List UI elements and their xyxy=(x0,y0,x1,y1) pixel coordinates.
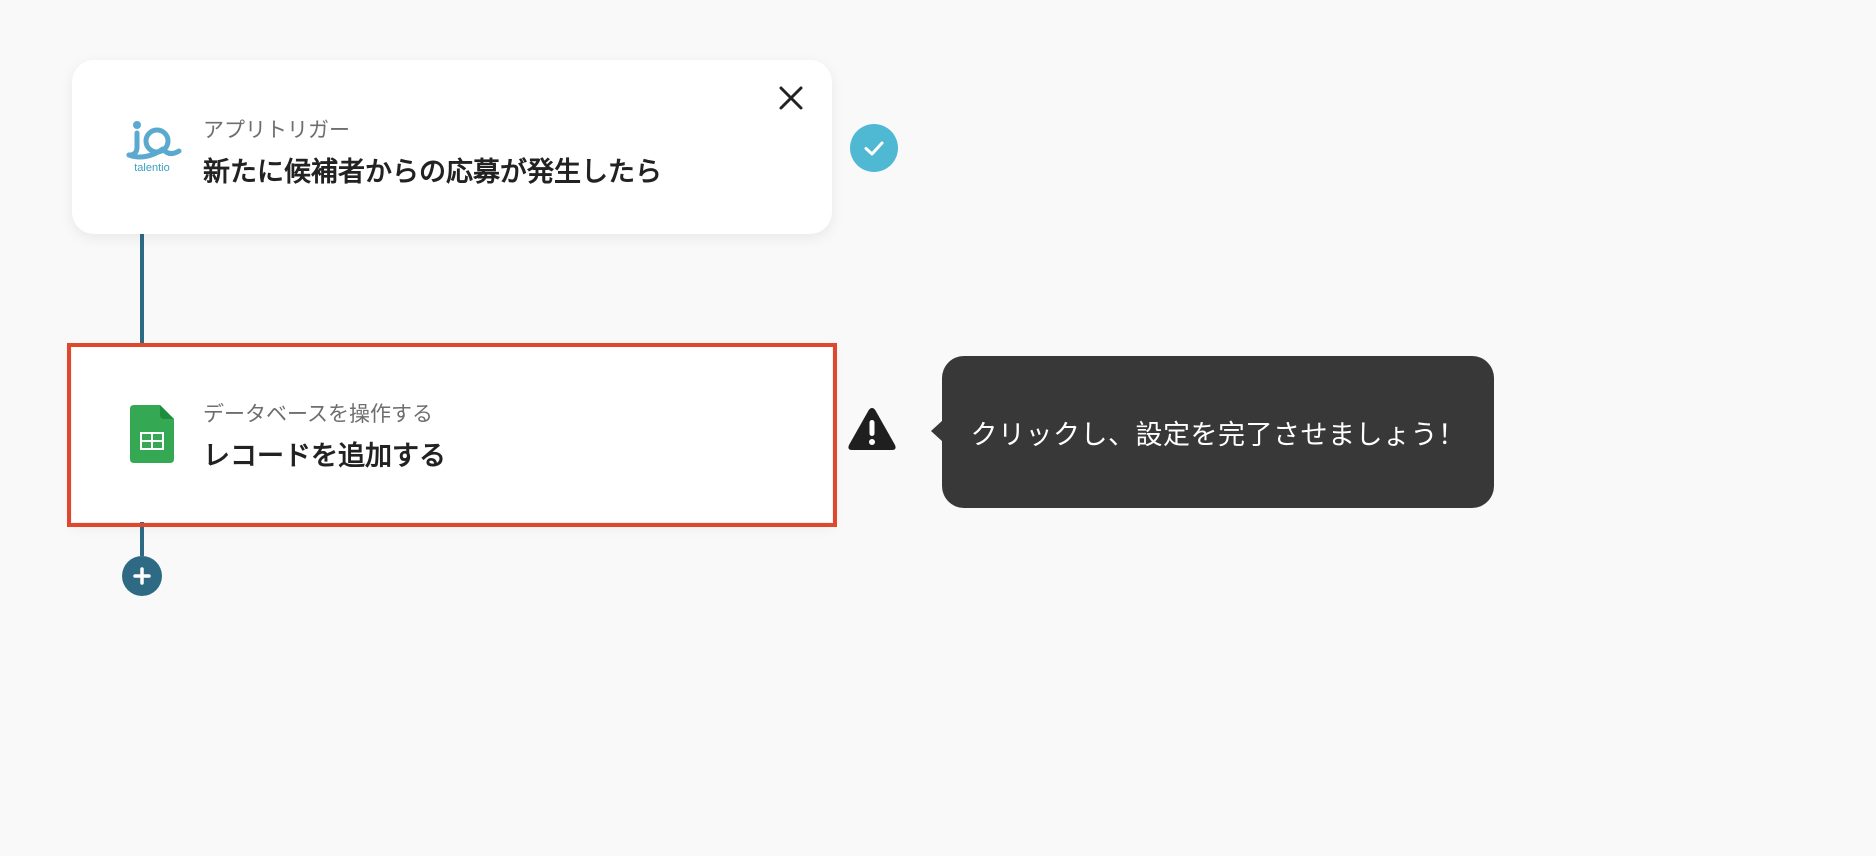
plus-icon xyxy=(133,567,151,585)
warning-icon xyxy=(847,406,897,452)
google-sheets-icon xyxy=(114,396,190,472)
flow-connector-line xyxy=(140,234,144,346)
setup-hint-text: クリックし、設定を完了させましょう！ xyxy=(970,419,1466,451)
close-icon[interactable] xyxy=(775,82,807,114)
action-step-title: レコードを追加する xyxy=(203,441,446,472)
add-step-button[interactable] xyxy=(122,556,162,596)
talentio-logo-icon: talentio xyxy=(114,108,190,184)
trigger-step-title: 新たに候補者からの応募が発生したら xyxy=(203,157,662,188)
flow-connector-line xyxy=(140,522,144,556)
action-step-card[interactable]: データベースを操作する レコードを追加する xyxy=(72,346,832,522)
talentio-logo-text: talentio xyxy=(134,162,169,174)
action-step-subtitle: データベースを操作する xyxy=(203,402,433,426)
trigger-step-card[interactable]: talentio アプリトリガー 新たに候補者からの応募が発生したら xyxy=(72,60,832,234)
setup-hint-tooltip: クリックし、設定を完了させましょう！ xyxy=(931,356,1494,508)
step-complete-check-icon xyxy=(850,124,898,172)
trigger-step-subtitle: アプリトリガー xyxy=(203,118,350,142)
